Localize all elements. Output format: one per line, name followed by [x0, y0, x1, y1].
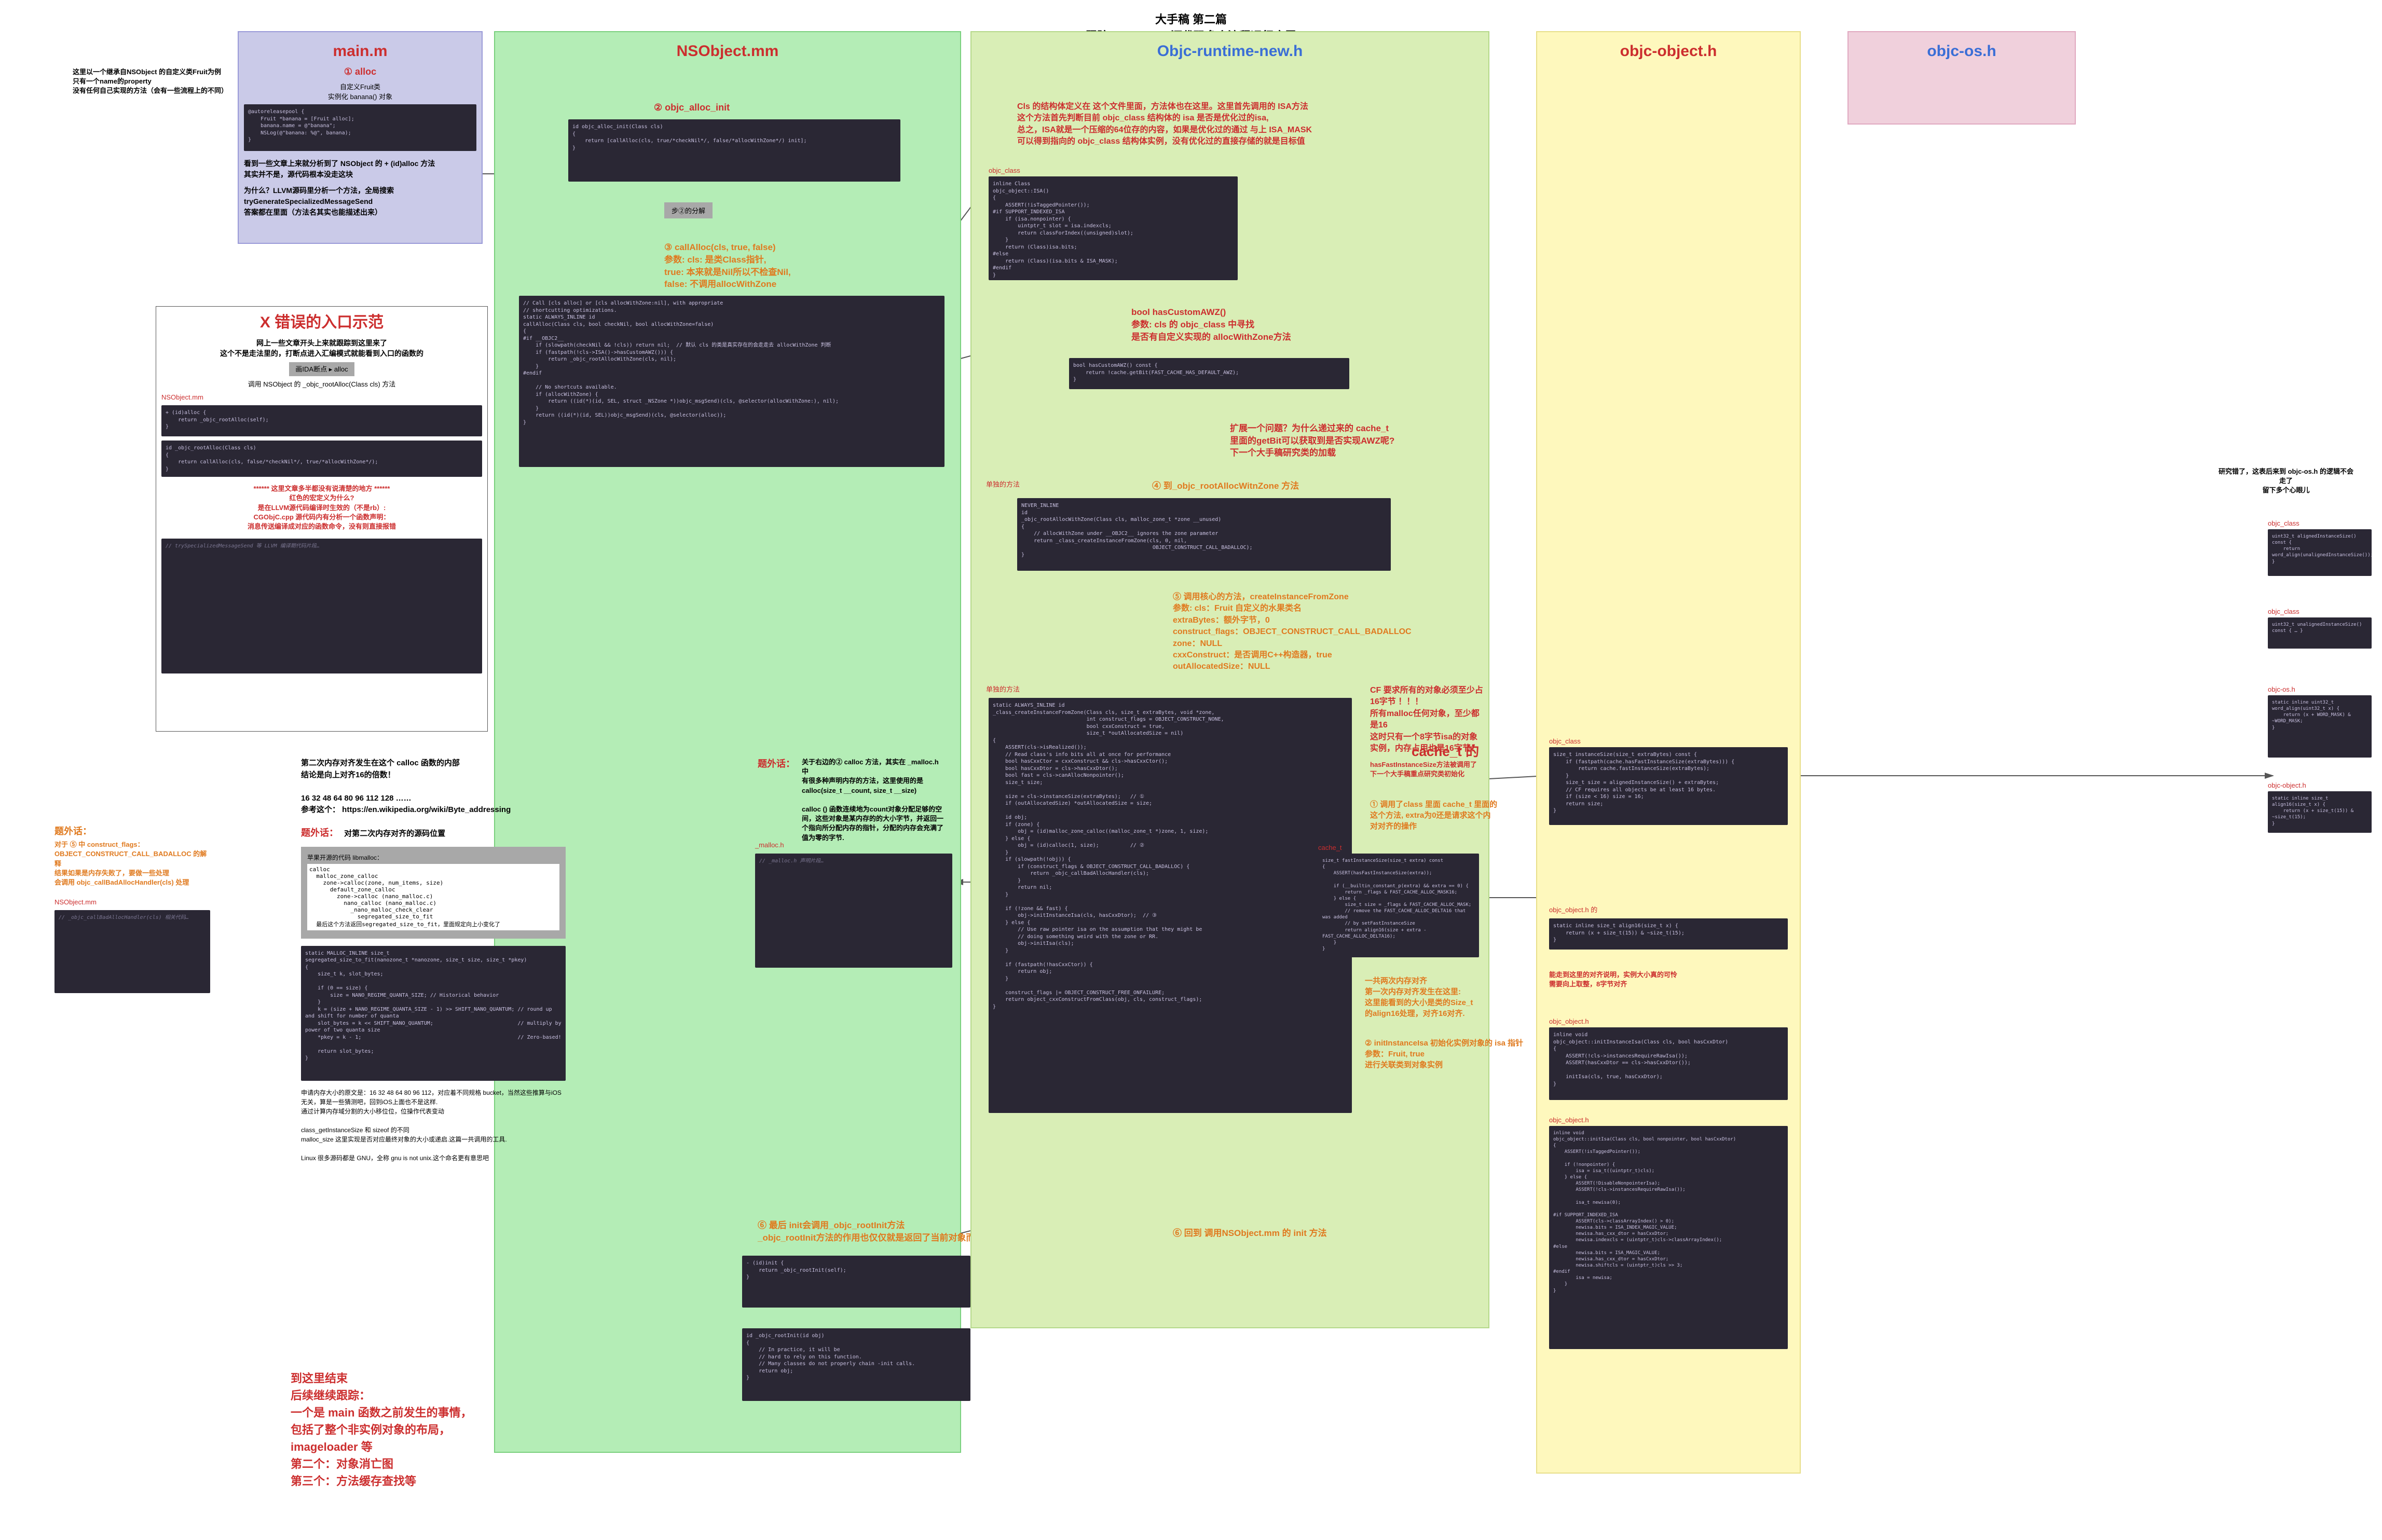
- step2-sub-label: 步②的分解: [664, 202, 713, 218]
- code-err1: + (id)alloc { return _objc_rootAlloc(sel…: [161, 405, 482, 436]
- calloc-panel: 第二次内存对齐发生在这个 calloc 函数的内部 结论是向上对齐16的倍数！ …: [296, 752, 571, 1349]
- code-malloc-h: // _malloc.h 声明片段…: [755, 854, 952, 968]
- col-title-nsobject: NSObject.mm: [500, 37, 955, 65]
- malloc-label: _malloc.h: [755, 841, 784, 850]
- error-warn: ****** 这里文章多半都没有说清楚的地方 ****** 红色的宏定义为什么?…: [161, 484, 482, 531]
- code-osh2: static inline uint32_t word_align(uint32…: [2268, 695, 2372, 758]
- code-main: @autoreleasepool { Fruit *banana = [Frui…: [244, 104, 476, 151]
- aside-badalloc: 题外话： 对于 ⑤ 中 construct_flags： OBJECT_CONS…: [54, 825, 210, 993]
- code-osh1: uint32_t alignedInstanceSize() const { r…: [2268, 529, 2372, 576]
- code-badalloc: // _objc_callBadAllocHandler(cls) 相关代码…: [54, 910, 210, 993]
- cachet-big: cache_t 的: [1412, 742, 1479, 761]
- col-title-objh: objc-object.h: [1542, 37, 1795, 65]
- conclusion: 到这里结束 后续继续跟踪： 一个是 main 函数之前发生的事情， 包括了整个非…: [291, 1370, 472, 1490]
- code-fastinstsize: size_t fastInstanceSize(size_t extra) co…: [1318, 854, 1479, 957]
- code-isa: inline Class objc_object::ISA() { ASSERT…: [989, 176, 1238, 280]
- error-note: 调用 NSObject 的 _objc_rootAlloc(Class cls)…: [161, 379, 482, 389]
- cache-note: 扩展一个问题？为什么递过来的 cache_t 里面的getBit可以获取到是否实…: [1230, 410, 1394, 459]
- step4-label: ④ 到_objc_rootAllocWitnZone 方法: [1152, 480, 1299, 492]
- error-breakpoint-box: 画IDA断点 ▸ alloc: [289, 362, 354, 376]
- code-osh3: static inline size_t align16(size_t x) {…: [2268, 791, 2372, 833]
- code-segregated: static MALLOC_INLINE size_t segregated_s…: [301, 946, 566, 1081]
- error-title: X 错误的入口示范: [161, 312, 482, 334]
- step3-label: ③ callAlloc(cls, true, false) 参数: cls: 是…: [664, 241, 791, 291]
- hasawz-label: bool hasCustomAWZ() 参数: cls 的 objc_class…: [1131, 306, 1291, 343]
- code-hascustomawz: bool hasCustomAWZ() const { return !cach…: [1069, 358, 1349, 389]
- back6: ⑥ 回到 调用NSObject.mm 的 init 方法: [1173, 1227, 1327, 1240]
- col-title-main: main.m: [244, 37, 476, 65]
- main-desc: 自定义Fruit类实例化 banana() 对象: [244, 81, 476, 101]
- cache-sub: ① 调用了class 里面 cache_t 里面的 这个方法, extra为0还…: [1370, 799, 1497, 832]
- code-createinstance: static ALWAYS_INLINE id _class_createIns…: [989, 698, 1352, 1113]
- column-main-m: main.m ① alloc 自定义Fruit类实例化 banana() 对象 …: [238, 31, 483, 244]
- main-note2: 为什么？LLVM源码里分析一个方法，全局搜索 tryGenerateSpecia…: [244, 185, 476, 218]
- initisa-note: ② initInstanceIsa 初始化实例对象的 isa 指针 参数：Fru…: [1365, 1038, 1523, 1070]
- column-osh: objc-os.h: [1847, 31, 2076, 125]
- main-context: 这里以一个继承自NSObject 的自定义类Fruit为例 只有一个name的p…: [73, 67, 228, 96]
- code-align16: static inline size_t align16(size_t x) {…: [1549, 918, 1788, 950]
- calloc-aside-body: 关于右边的② calloc 方法，其实在 _malloc.h 中 有很多种声明内…: [802, 758, 947, 843]
- col-title-runtime: Objc-runtime-new.h: [977, 37, 1483, 65]
- objc-class-label: objc_class: [1549, 737, 1581, 746]
- label-single: 单独的方法: [986, 480, 1020, 489]
- step5-label: ⑤ 调用核心的方法，createInstanceFromZone 参数: cls…: [1173, 592, 1412, 673]
- code-rootallocwithzone: NEVER_INLINE id _objc_rootAllocWithZone(…: [1017, 498, 1391, 571]
- calloc-aside-title: 题外话：: [758, 758, 795, 771]
- step6-label: ⑥ 最后 init会调用_objc_rootInit方法 _objc_rootI…: [758, 1219, 986, 1244]
- calloc-callstack: 苹果开源的代码 libmalloc： calloc malloc_zone_ca…: [301, 847, 566, 939]
- main-note1: 看到一些文章上来就分析到了 NSObject 的 + (id)alloc 方法 …: [244, 158, 476, 180]
- error-sub: 网上一些文章开头上来就跟踪到这里来了 这个不是走法里的，打断点进入汇编模式就能看…: [161, 338, 482, 359]
- code-initisa2: inline void objc_object::initIsa(Class c…: [1549, 1126, 1788, 1349]
- code-instsize: size_t instanceSize(size_t extraBytes) c…: [1549, 747, 1788, 825]
- code-rootinit: id _objc_rootInit(id obj) { // In practi…: [742, 1328, 970, 1401]
- error-entry-panel: X 错误的入口示范 网上一些文章开头上来就跟踪到这里来了 这个不是走法里的，打断…: [156, 306, 488, 732]
- code-initinstanceisa: inline void objc_object::initInstanceIsa…: [1549, 1027, 1788, 1100]
- code-init: - (id)init { return _objc_rootInit(self)…: [742, 1256, 970, 1308]
- osh-note: 研究错了，这表后来到 objc-os.h 的逻辑不会走了 留下多个心眼儿: [2216, 467, 2356, 496]
- step2-label: ② objc_alloc_init: [654, 101, 730, 114]
- code-callalloc: // Call [cls alloc] or [cls allocWithZon…: [519, 296, 944, 467]
- mem-note: 一共两次内存对齐 第一次内存对齐发生在这里: 这里能看到的大小是类的Size_t…: [1365, 975, 1473, 1019]
- runtime-intro: Cls 的结构体定义在 这个文件里面，方法体也在这里。这里首先调用的 ISA方法…: [1017, 101, 1412, 148]
- col-title-osh: objc-os.h: [1854, 37, 2070, 65]
- step-1-label: ① alloc: [244, 65, 476, 78]
- code-objc-alloc-init: id objc_alloc_init(Class cls) { return […: [568, 119, 900, 182]
- fastsize: hasFastInstanceSize方法被调用了 下一个大手稿重点研究类初始化: [1370, 760, 1477, 779]
- code-err3: // trySpecializedMessageSend 等 LLVM 编译期代…: [161, 539, 482, 673]
- code-osh1b: uint32_t unalignedInstanceSize() const {…: [2268, 617, 2372, 649]
- code-err2: id _objc_rootAlloc(Class cls) { return c…: [161, 441, 482, 477]
